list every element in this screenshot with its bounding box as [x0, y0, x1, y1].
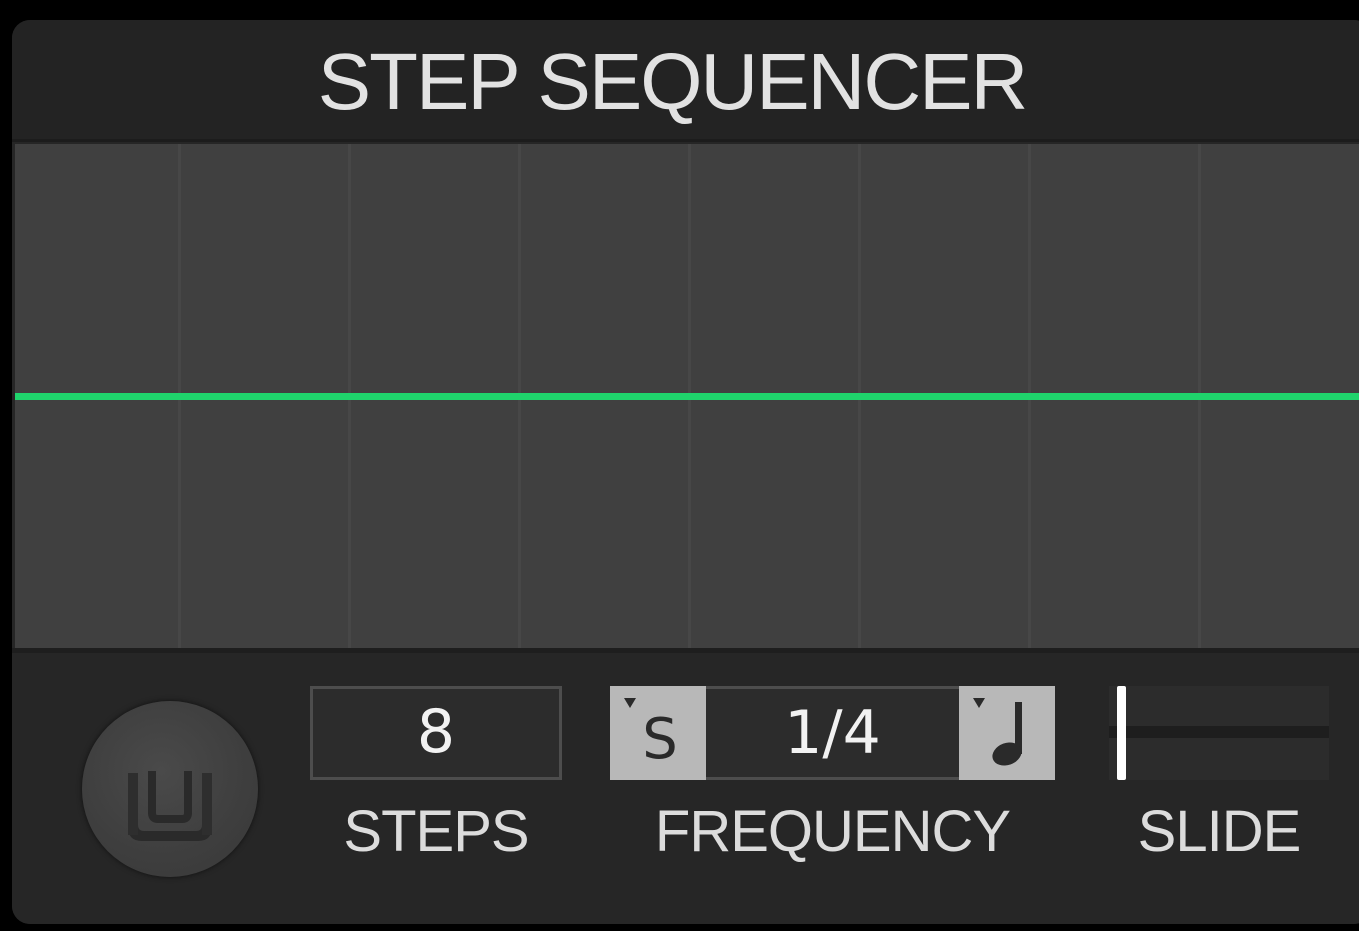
slide-handle[interactable] [1117, 686, 1126, 780]
slide-slider[interactable] [1109, 686, 1329, 780]
panel-title: STEP SEQUENCER [317, 37, 1028, 126]
steps-label: STEPS [343, 799, 529, 864]
sync-button-glyph: S [642, 707, 678, 772]
frequency-value[interactable]: 1/4 [706, 686, 959, 780]
steps-value-box[interactable]: 8 [310, 686, 562, 780]
sequencer-level-line[interactable] [15, 393, 1359, 400]
quarter-note-icon[interactable] [959, 686, 1055, 780]
sequencer-grid[interactable] [15, 144, 1359, 648]
title-bar: STEP SEQUENCER [12, 20, 1359, 142]
step-sequencer-panel: STEP SEQUENCER 8 STEPS S 1/4 FREQUENCY S… [12, 20, 1359, 924]
sync-s-icon[interactable]: S [610, 686, 706, 780]
controls-bar: 8 STEPS S 1/4 FREQUENCY SLIDE [12, 648, 1359, 924]
frequency-control: S 1/4 [610, 686, 1055, 780]
slide-groove [1109, 726, 1329, 738]
frequency-label: FREQUENCY [654, 799, 1011, 864]
slide-label: SLIDE [1137, 799, 1302, 864]
power-u-icon[interactable] [82, 701, 258, 877]
